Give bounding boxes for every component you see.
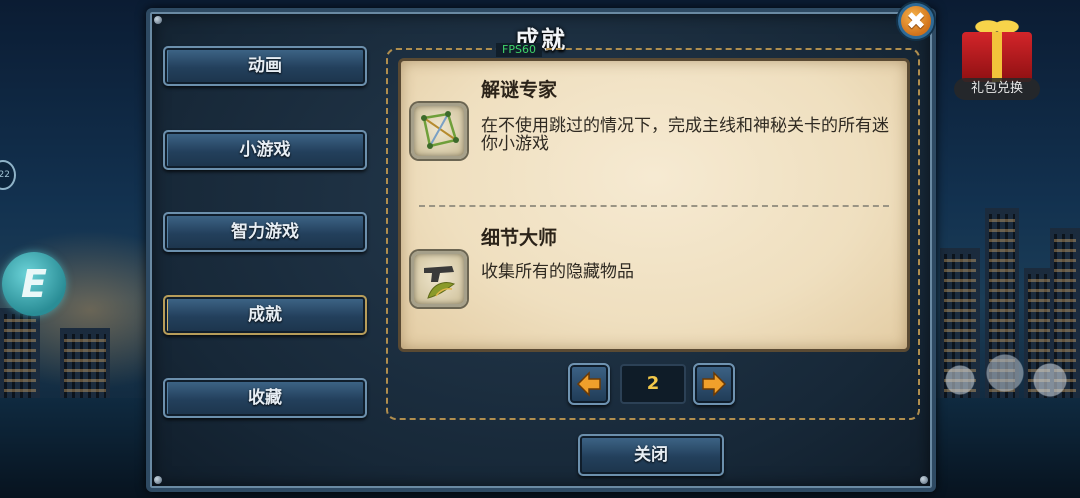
fps-counter: FPS60	[496, 43, 542, 57]
achievement-title: 细节大师	[481, 227, 558, 249]
gift-redeem-label: 礼包兑换	[954, 78, 1040, 100]
prev-page-button[interactable]	[568, 363, 610, 405]
pistol-and-leaf-icon	[411, 251, 467, 307]
energy-icon[interactable]: E	[2, 252, 66, 316]
menu-item-puzzles[interactable]: 智力游戏	[163, 212, 367, 252]
energy-icon-letter: E	[21, 262, 47, 306]
achievement-title: 解谜专家	[481, 79, 558, 101]
gift-redeem-button[interactable]: 礼包兑换	[954, 8, 1044, 100]
achievement-description: 收集所有的隐藏物品	[481, 262, 634, 282]
rivet	[154, 476, 162, 484]
menu-item-animation[interactable]: 动画	[163, 46, 367, 86]
arrow-left-icon	[576, 371, 601, 397]
next-page-button[interactable]	[693, 363, 735, 405]
achievement-list: 解谜专家 在不使用跳过的情况下，完成主线和神秘关卡的所有迷你小游戏 细节大师 收…	[398, 58, 910, 352]
close-x-icon[interactable]: ✖	[898, 3, 934, 39]
close-button[interactable]: 关闭	[578, 434, 724, 476]
menu-item-achievements[interactable]: 成就	[163, 295, 367, 335]
menu-item-collection[interactable]: 收藏	[163, 378, 367, 418]
gift-box-icon	[962, 32, 1032, 82]
rivet	[920, 476, 928, 484]
page-number: 2	[620, 364, 686, 404]
menu-item-mini-games[interactable]: 小游戏	[163, 130, 367, 170]
puzzle-diagram-icon	[411, 103, 467, 159]
side-badge-count: 22	[0, 170, 10, 180]
divider	[419, 205, 889, 207]
arrow-right-icon	[702, 371, 727, 397]
achievement-description: 在不使用跳过的情况下，完成主线和神秘关卡的所有迷你小游戏	[481, 116, 889, 154]
